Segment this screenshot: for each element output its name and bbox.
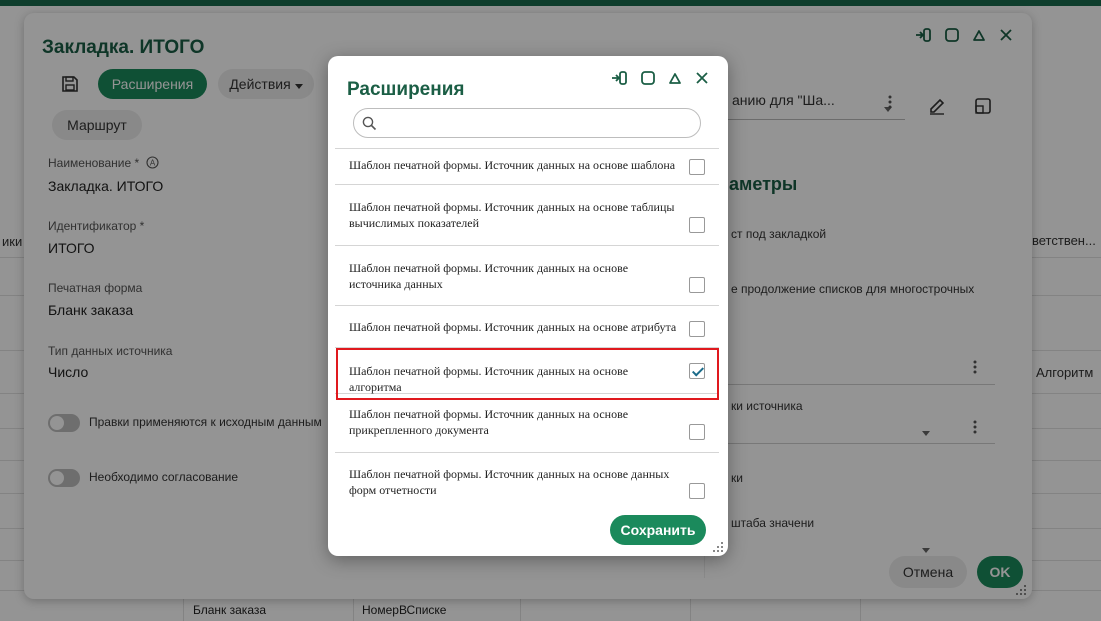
item-checkbox[interactable]	[689, 159, 705, 175]
list-item[interactable]: Шаблон печатной формы. Источник данных н…	[335, 246, 719, 306]
list-item-label: Шаблон печатной формы. Источник данных н…	[349, 320, 677, 334]
item-checkbox[interactable]	[689, 277, 705, 293]
extensions-list: Шаблон печатной формы. Источник данных н…	[335, 148, 719, 506]
list-item-label: Шаблон печатной формы. Источник данных н…	[349, 200, 675, 230]
window-controls	[610, 70, 709, 86]
list-item-label: Шаблон печатной формы. Источник данных н…	[349, 407, 629, 437]
list-item[interactable]: Шаблон печатной формы. Источник данных н…	[335, 149, 719, 185]
list-item-label: Шаблон печатной формы. Источник данных н…	[349, 158, 676, 172]
resize-grip-icon[interactable]	[711, 540, 725, 554]
list-item[interactable]: Шаблон печатной формы. Источник данных н…	[335, 394, 719, 453]
list-item[interactable]: Шаблон печатной формы. Источник данных н…	[335, 453, 719, 506]
list-item-label: Шаблон печатной формы. Источник данных н…	[349, 261, 629, 291]
collapse-icon[interactable]	[668, 71, 682, 85]
search-icon	[362, 116, 377, 136]
search-box	[353, 108, 701, 138]
item-checkbox-checked[interactable]	[689, 363, 705, 379]
item-checkbox[interactable]	[689, 424, 705, 440]
list-item-label: Шаблон печатной формы. Источник данных н…	[349, 364, 629, 394]
item-checkbox[interactable]	[689, 217, 705, 233]
list-item-label: Шаблон печатной формы. Источник данных н…	[349, 467, 670, 497]
detach-icon[interactable]	[610, 70, 628, 86]
list-item[interactable]: Шаблон печатной формы. Источник данных н…	[335, 348, 719, 394]
close-icon[interactable]	[695, 71, 709, 85]
search-input[interactable]	[384, 113, 689, 133]
item-checkbox[interactable]	[689, 483, 705, 499]
list-item[interactable]: Шаблон печатной формы. Источник данных н…	[335, 185, 719, 246]
modal-title: Расширения	[347, 79, 465, 100]
save-button[interactable]: Сохранить	[610, 515, 706, 545]
list-item[interactable]: Шаблон печатной формы. Источник данных н…	[335, 306, 719, 348]
item-checkbox[interactable]	[689, 321, 705, 337]
maximize-icon[interactable]	[641, 71, 655, 85]
extensions-modal: Расширения Шаблон печатной формы. Источн…	[328, 56, 728, 556]
